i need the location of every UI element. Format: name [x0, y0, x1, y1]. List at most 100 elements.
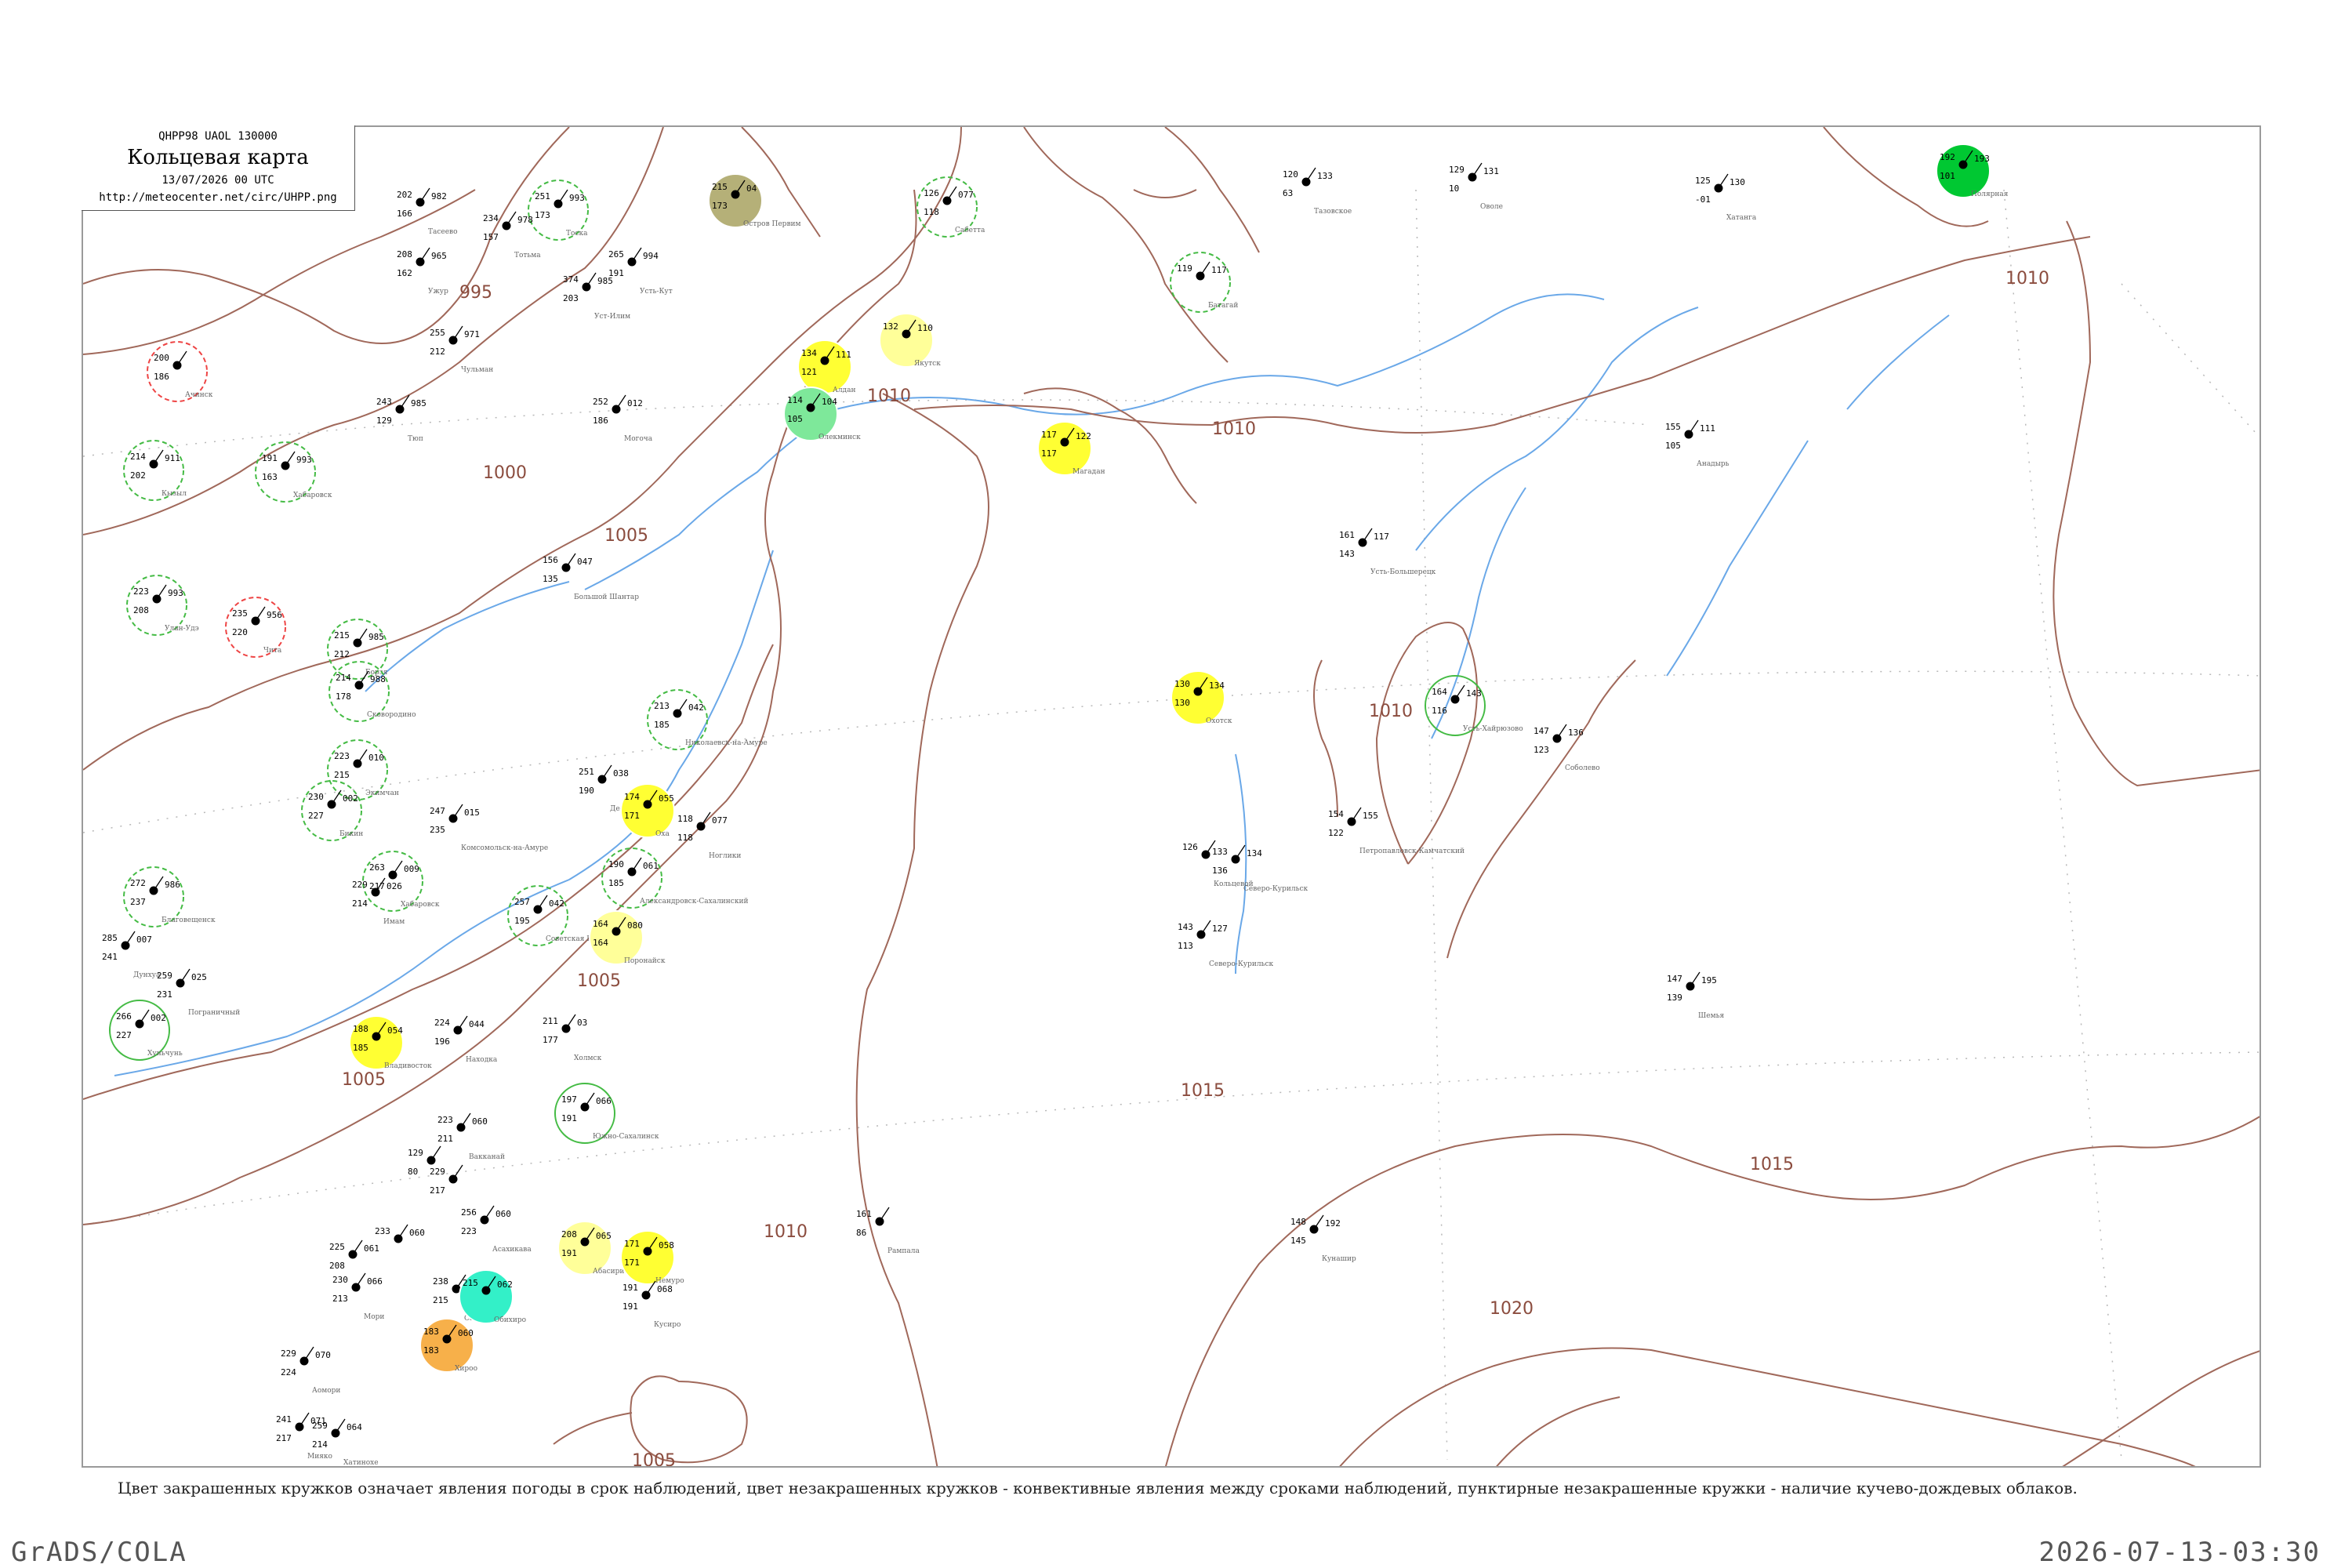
station-temperature: 238 [433, 1276, 448, 1287]
station-marker[interactable]: 256 060 223 Асахикава [461, 1205, 532, 1254]
station-marker[interactable]: 183 060 183 Хироо [419, 1318, 477, 1373]
station-dewpoint: 183 [423, 1345, 439, 1356]
footer-timestamp: 2026-07-13-03:30 [2038, 1537, 2321, 1568]
station-pressure: 044 [469, 1019, 485, 1029]
station-temperature: 147 [1534, 726, 1549, 736]
station-marker[interactable]: 229 217 [430, 1164, 463, 1196]
station-marker[interactable]: 202 982 166 Тасеево [397, 187, 458, 236]
station-marker[interactable]: 161 117 143 Усть-Большерецк [1339, 528, 1436, 576]
station-marker[interactable]: 119 117 Батагай [1170, 252, 1238, 313]
station-pressure: 077 [958, 190, 974, 200]
station-marker[interactable]: 235 956 220 Чита [225, 597, 286, 658]
station-dewpoint: 191 [561, 1113, 577, 1123]
station-marker[interactable]: 259 025 231 Пограничный [157, 968, 240, 1017]
station-marker[interactable]: 191 068 191 Кусиро [622, 1280, 681, 1329]
station-name: Тюп [408, 435, 423, 443]
station-pressure: 060 [472, 1116, 488, 1127]
station-marker[interactable]: 147 136 123 Соболево [1534, 724, 1600, 772]
station-name: Поронайск [624, 957, 666, 965]
station-name: Асахикава [492, 1246, 532, 1254]
legend-title-box: QHPP98 UAOL 130000 Кольцевая карта 13/07… [82, 125, 355, 211]
station-marker[interactable]: 215 985212Борзя [327, 619, 388, 680]
station-name: Остров Первим [743, 220, 801, 228]
station-marker[interactable]: 255 971 212 Чульман [430, 325, 493, 374]
station-pressure: 117 [1374, 532, 1389, 542]
station-marker[interactable]: 265 994 191 Усть-Кут [608, 247, 673, 296]
station-marker[interactable]: 134 111 121 Алдан [797, 339, 855, 394]
station-marker[interactable]: 243 985 129 Тюп [376, 394, 426, 443]
station-marker[interactable]: 200 186 Ачинск [147, 341, 213, 402]
station-dewpoint: 157 [483, 232, 499, 242]
isobar-label: 995 [459, 283, 492, 303]
station-temperature: 120 [1283, 169, 1298, 180]
station-name: Ноглики [709, 852, 741, 860]
station-marker[interactable]: 117 122 117 Магадан [1037, 421, 1105, 476]
station-marker[interactable]: 188 054 185 Владивосток [349, 1015, 432, 1070]
station-marker[interactable]: 191 993 163 Хабаровск [255, 441, 332, 503]
isobar-label: 1010 [2005, 269, 2049, 289]
station-marker[interactable]: 148 192 145 Кунашир [1290, 1214, 1356, 1263]
station-marker[interactable]: 214 911 202 Кызыл [123, 440, 187, 501]
coastlines [83, 127, 2259, 1466]
station-marker[interactable]: 285 007241Дунхуа [102, 931, 161, 979]
station-pressure: 111 [1700, 423, 1715, 434]
station-marker[interactable]: 130 134 130 Охотск [1171, 670, 1232, 725]
station-marker[interactable]: 251 993 173 Тоска [528, 180, 589, 241]
station-marker[interactable]: 211 03 177 Холмск [543, 1014, 602, 1062]
station-pressure: 986 [165, 880, 180, 890]
station-marker[interactable]: 224 044 196 Находка [434, 1015, 498, 1064]
station-marker[interactable]: 374 985203Уст-Илим [563, 272, 630, 321]
station-marker[interactable]: 164 143 116 Усть-Хайрюзово [1425, 675, 1523, 736]
station-marker[interactable]: 229 070 224 Аомори [281, 1346, 340, 1395]
station-marker[interactable]: 125 130 -01 Хатанга [1695, 173, 1757, 222]
station-marker[interactable]: 132 110 Якутск [879, 313, 941, 368]
station-marker[interactable]: 215 04 173 Остров Первим [708, 173, 801, 228]
station-marker[interactable]: 223 010 215 Экимчан [327, 739, 399, 800]
station-marker[interactable]: 230 066 213 Мори [332, 1272, 384, 1321]
station-pressure: 136 [1568, 728, 1584, 738]
station-marker[interactable]: 225 061 208 [329, 1240, 379, 1271]
wind-barb-icon [1235, 844, 1246, 860]
station-marker[interactable]: 161 86 Рампала [856, 1207, 920, 1255]
isobars [83, 127, 2259, 1466]
station-dewpoint: 220 [232, 627, 248, 637]
wind-barb-icon [557, 189, 568, 205]
station-marker[interactable]: 266 002 227 Хуньчунь [109, 1000, 183, 1061]
station-marker[interactable]: 272 986 237 Благовещенск [123, 866, 216, 927]
station-marker[interactable]: 155 111 105 Анадырь [1665, 419, 1730, 468]
station-marker[interactable]: 147 195 139 Шемья [1667, 971, 1724, 1020]
station-marker[interactable]: 192 193 101 Полярная [1936, 143, 2009, 198]
station-marker[interactable]: 174 055 171 Оха [620, 783, 675, 838]
station-marker[interactable]: 252 012 186 Могоча [593, 394, 653, 443]
isobar-label: 1020 [1490, 1299, 1534, 1319]
station-pressure: 130 [1730, 177, 1745, 187]
station-pressure: 062 [497, 1279, 513, 1290]
rivers [114, 293, 1950, 1076]
station-marker[interactable]: 215 062 Обихиро [459, 1269, 526, 1324]
station-marker[interactable]: 171 058171Немуро [620, 1230, 684, 1285]
station-marker[interactable]: 114 104 105 Олекминск [783, 387, 861, 441]
station-marker[interactable]: 223 993 208 Улан-Удэ [126, 575, 199, 636]
station-marker[interactable]: 223 060 211 Вакканай [437, 1112, 505, 1161]
station-marker[interactable]: 197 066 191 Южно-Сахалинск [554, 1083, 659, 1144]
station-marker[interactable]: 233 060 [375, 1224, 425, 1243]
station-dewpoint: 116 [1432, 706, 1447, 716]
station-marker[interactable]: 118 077 118 Ноглики [677, 811, 741, 860]
station-pressure: 038 [613, 768, 629, 779]
station-pressure: 060 [495, 1209, 511, 1219]
station-marker[interactable]: 120 133 63 Тазовское [1283, 167, 1352, 216]
station-pressure: 025 [191, 972, 207, 982]
station-marker[interactable]: 234 978 157 Тотьма [483, 211, 541, 260]
station-marker[interactable]: 208 965 162 Ужур [397, 247, 448, 296]
station-marker[interactable]: 126 077 118 Сабетта [916, 176, 985, 238]
station-marker[interactable]: 164 080 164 Поронайск [589, 910, 666, 965]
station-marker[interactable]: 208 065 191 Абасири [557, 1221, 624, 1276]
station-marker[interactable]: 247 015 235 Комсомольск-на-Амуре [430, 804, 548, 852]
station-name: Тазовское [1314, 208, 1352, 216]
station-marker[interactable]: 154 155 122 Петропавловск-Камчатский [1328, 807, 1465, 855]
station-marker[interactable]: 143 127 113 Северо-Курильск [1178, 920, 1274, 968]
station-marker[interactable]: 156 047 135 Большой Шантар [543, 553, 639, 601]
wind-barb-icon [615, 394, 626, 410]
station-pressure: 195 [1701, 975, 1717, 985]
station-marker[interactable]: 129 131 10 Оволе [1449, 162, 1503, 211]
